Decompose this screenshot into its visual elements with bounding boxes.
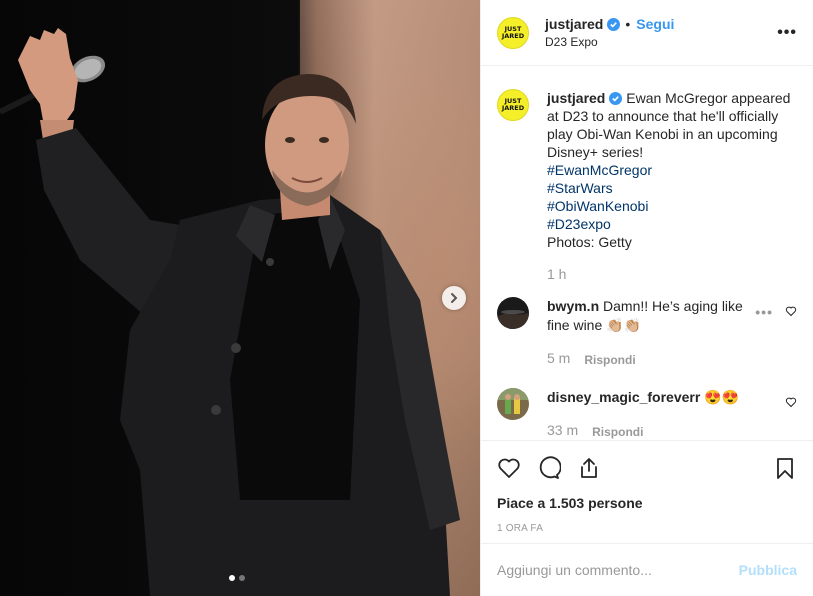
comment-body: disney_magic_foreverr 😍😍 33 m Rispondi [547, 388, 757, 440]
verified-icon [607, 17, 621, 31]
reply-button[interactable]: Rispondi [592, 423, 643, 440]
photo-person-illustration [0, 28, 460, 596]
like-comment-heart-icon[interactable] [785, 396, 797, 408]
avatar[interactable]: JUST JARED [497, 16, 529, 49]
post-timestamp: 1 ORA FA [497, 523, 544, 534]
verified-icon [609, 92, 623, 105]
separator-dot: • [625, 16, 631, 32]
action-icons-row [497, 441, 797, 495]
carousel-next-button[interactable] [442, 286, 466, 310]
header-text: justjared • Segui D23 Expo [545, 16, 773, 49]
caption-username[interactable]: justjared [547, 90, 605, 106]
hashtag-link[interactable]: #StarWars [547, 179, 797, 197]
follow-button[interactable]: Segui [636, 16, 674, 32]
avatar-text-line2: JARED [501, 31, 525, 40]
post-side-panel: JUST JARED justjared • Segui D23 Expo ••… [480, 0, 813, 596]
comment-time[interactable]: 33 m [547, 421, 578, 440]
comment-more-icon[interactable]: ••• [755, 304, 773, 320]
caption-time[interactable]: 1 h [547, 265, 797, 283]
heart-icon[interactable] [497, 456, 521, 480]
share-icon[interactable] [577, 456, 601, 480]
comment-item: bwym.n Damn!! He’s aging like fine wine … [497, 297, 797, 370]
chevron-right-icon [451, 293, 458, 303]
comment-body: bwym.n Damn!! He’s aging like fine wine … [547, 297, 757, 370]
carousel-dot [239, 575, 245, 581]
post-actions: Piace a 1.503 persone 1 ORA FA [481, 440, 813, 534]
comment-meta: 33 m Rispondi [547, 421, 757, 440]
comment-avatar[interactable] [497, 388, 529, 420]
comments-list[interactable]: JUST JARED justjared Ewan McGregor appea… [481, 67, 813, 440]
comment-icon[interactable] [537, 456, 561, 480]
comment-item: disney_magic_foreverr 😍😍 33 m Rispondi [497, 388, 797, 440]
carousel-indicator [229, 575, 245, 581]
likes-count[interactable]: Piace a 1.503 persone [497, 495, 797, 511]
bookmark-icon[interactable] [773, 456, 797, 480]
comment-time[interactable]: 5 m [547, 349, 570, 370]
hashtag-link[interactable]: #D23expo [547, 215, 797, 233]
comment-input[interactable] [497, 562, 739, 578]
publish-button[interactable]: Pubblica [739, 562, 797, 578]
post-username[interactable]: justjared [545, 16, 603, 32]
comment-username[interactable]: bwym.n [547, 298, 599, 314]
comment-text: 😍😍 [704, 389, 740, 405]
post-header: JUST JARED justjared • Segui D23 Expo ••… [481, 0, 813, 66]
caption-avatar[interactable]: JUST JARED [497, 89, 529, 121]
comment-meta: 5 m Rispondi [547, 349, 757, 370]
post-caption: JUST JARED justjared Ewan McGregor appea… [497, 67, 797, 283]
more-options-icon[interactable]: ••• [773, 24, 797, 42]
carousel-dot-active [229, 575, 235, 581]
post-photo[interactable] [0, 0, 480, 596]
avatar-text-line2: JARED [501, 104, 525, 112]
caption-credit: Photos: Getty [547, 234, 632, 250]
add-comment-bar: Pubblica [481, 543, 813, 596]
caption-body: justjared Ewan McGregor appeared at D23 … [547, 89, 797, 283]
comment-username[interactable]: disney_magic_foreverr [547, 389, 700, 405]
post-location[interactable]: D23 Expo [545, 35, 773, 49]
like-comment-heart-icon[interactable] [785, 305, 797, 317]
hashtag-link[interactable]: #EwanMcGregor [547, 161, 797, 179]
comment-avatar[interactable] [497, 297, 529, 329]
reply-button[interactable]: Rispondi [584, 351, 635, 370]
hashtag-link[interactable]: #ObiWanKenobi [547, 197, 797, 215]
